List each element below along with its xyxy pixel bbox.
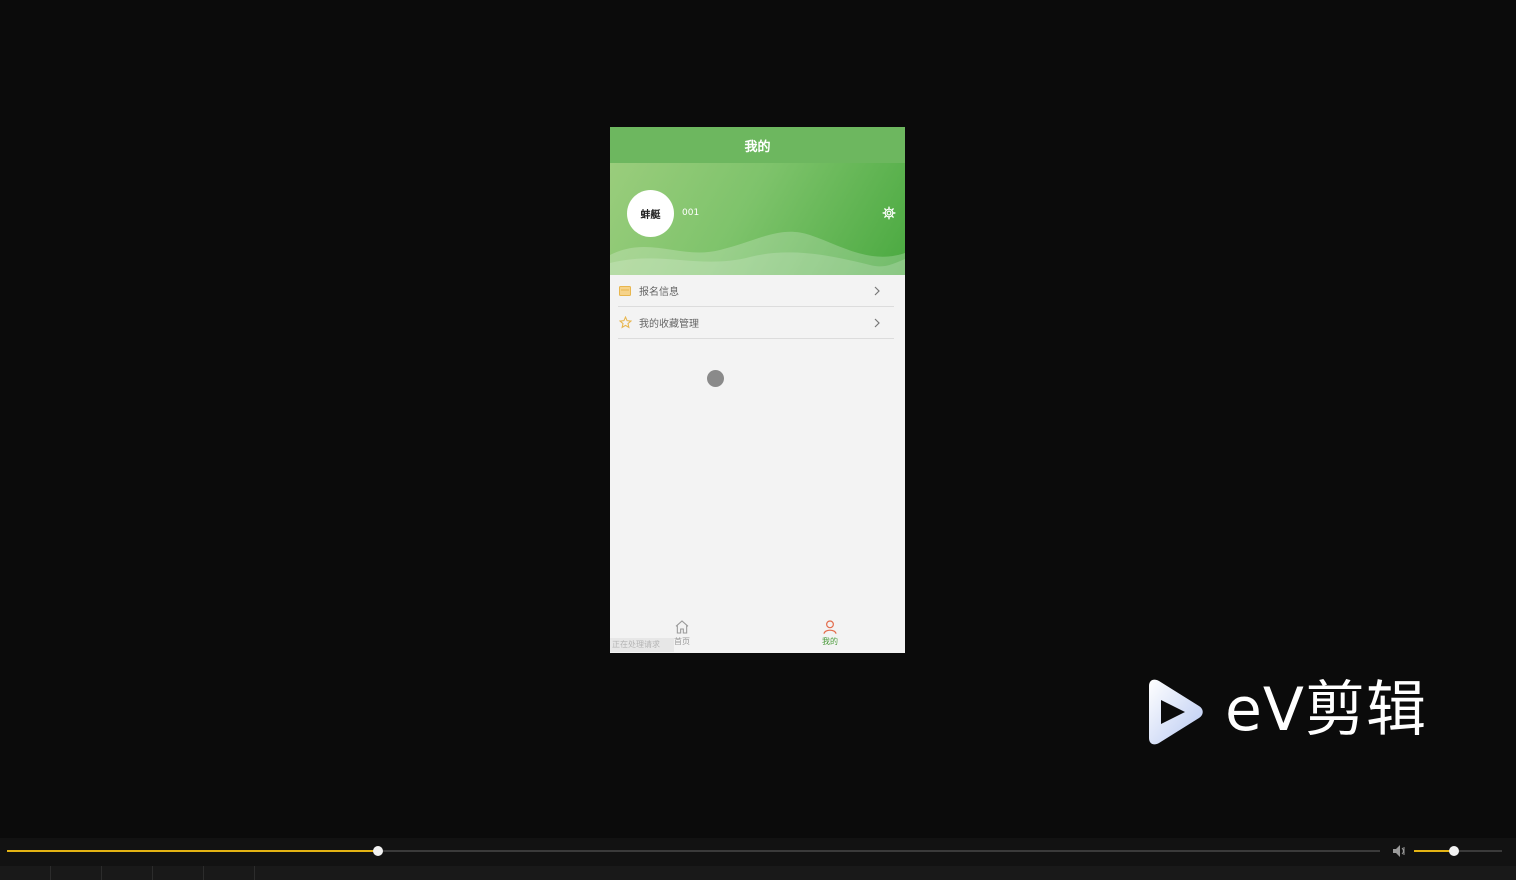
page-title: 我的 [610, 127, 905, 163]
watermark-text: eV剪辑 [1225, 675, 1427, 745]
progress-handle[interactable] [372, 846, 383, 856]
menu-item-favorites[interactable]: 我的收藏管理 [618, 307, 894, 339]
player-footer [0, 866, 1516, 880]
home-icon [675, 620, 689, 634]
app-screen: 我的 蚌艇 001 报名信息 我的收藏管理 首页 我的 正在处理请求 [610, 127, 905, 653]
progress-bar[interactable] [7, 846, 1380, 856]
footer-cell [102, 866, 153, 880]
username: 001 [682, 208, 700, 218]
volume-slider[interactable] [1414, 846, 1502, 856]
menu-item-label: 我的收藏管理 [639, 319, 699, 330]
volume-fill [1414, 850, 1454, 852]
tab-label: 我的 [822, 637, 838, 646]
volume-handle[interactable] [1448, 846, 1459, 856]
footer-cell [51, 866, 102, 880]
profile-header: 蚌艇 001 [610, 163, 905, 275]
watermark: eV剪辑 [1145, 675, 1445, 748]
chevron-right-icon [874, 286, 880, 295]
play-logo-icon [1149, 679, 1203, 745]
tab-label: 首页 [674, 637, 690, 646]
star-icon [618, 316, 632, 330]
tab-bar: 首页 我的 正在处理请求 [610, 617, 905, 653]
menu-item-registration[interactable]: 报名信息 [618, 275, 894, 307]
footer-cell [153, 866, 204, 880]
tab-mine[interactable]: 我的 [800, 617, 860, 653]
footer-cell [204, 866, 255, 880]
toast-message: 正在处理请求 [610, 638, 674, 652]
chevron-right-icon [874, 318, 880, 327]
player-controls [0, 838, 1516, 866]
progress-fill [7, 850, 378, 852]
gear-icon[interactable] [882, 206, 896, 220]
loading-spinner [707, 370, 724, 387]
volume-icon[interactable] [1392, 844, 1408, 858]
footer-cell [0, 866, 51, 880]
avatar[interactable]: 蚌艇 [627, 190, 674, 237]
user-icon [823, 620, 837, 634]
id-card-icon [618, 284, 632, 298]
menu-item-label: 报名信息 [639, 287, 679, 298]
